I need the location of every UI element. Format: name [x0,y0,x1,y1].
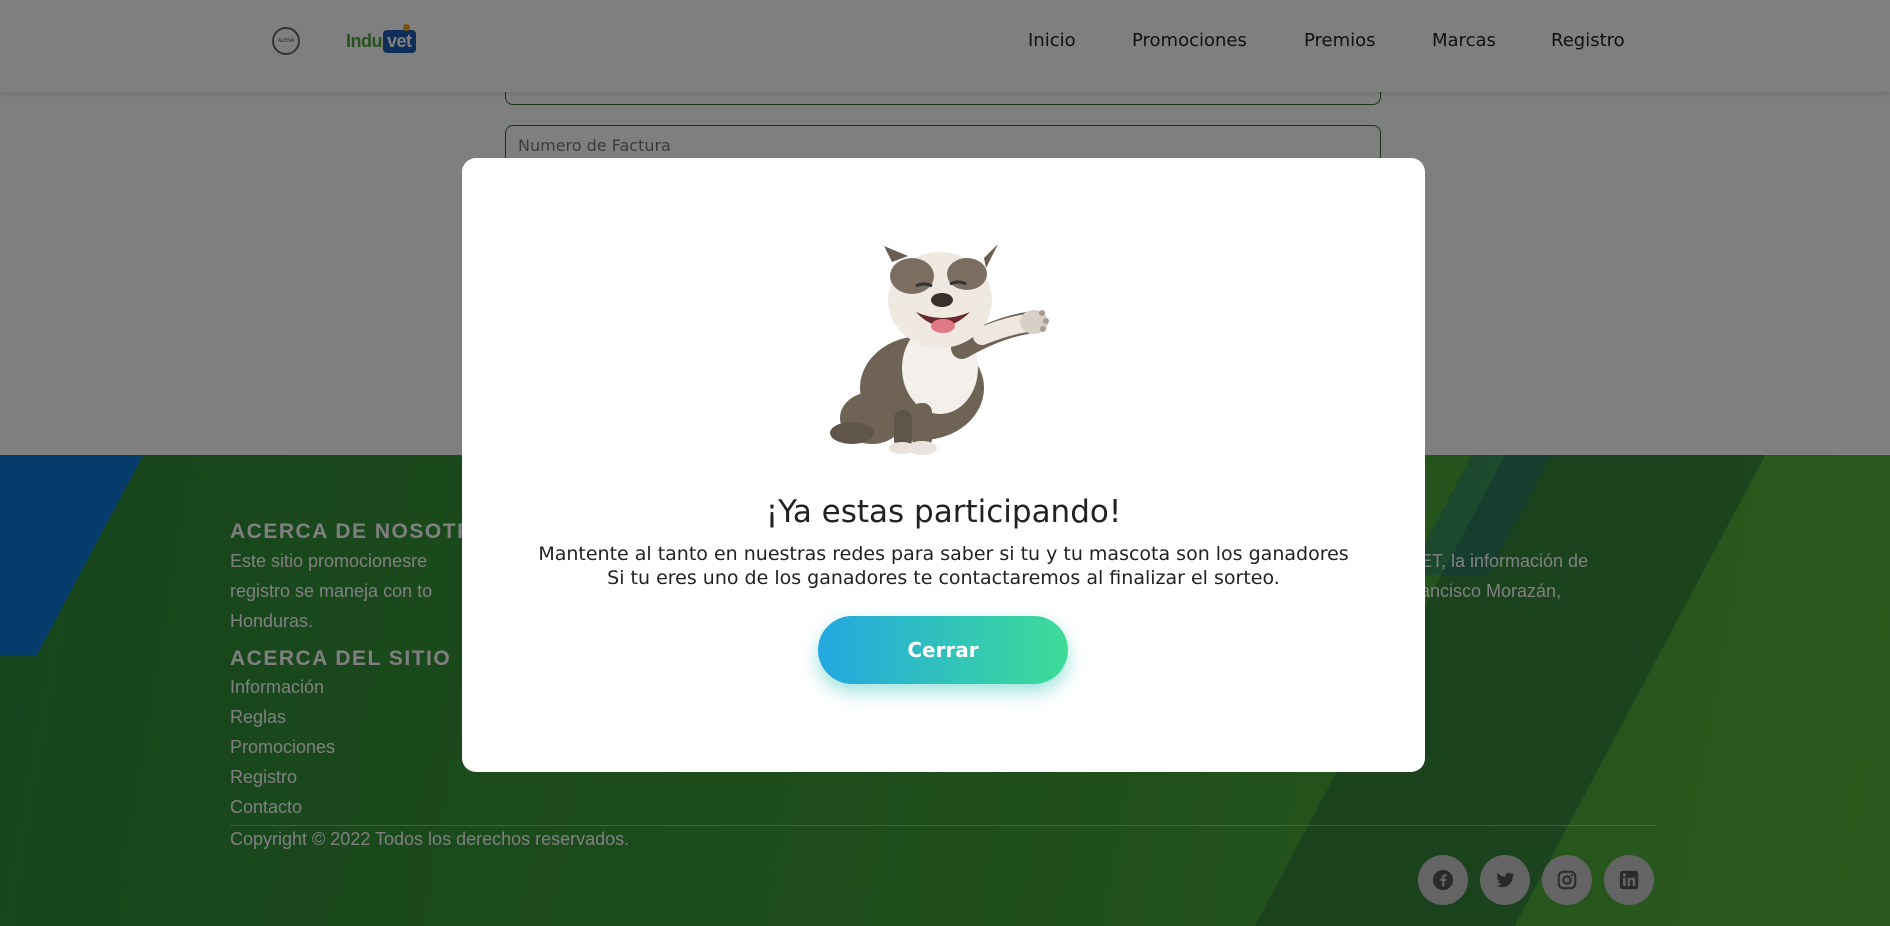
modal-title: ¡Ya estas participando! [765,494,1122,530]
page: ALENA Induvet Inicio Promociones Premios… [0,0,1890,926]
bulldog-illustration [830,244,1049,455]
success-modal: ¡Ya estas participando! Mantente al tant… [462,158,1425,772]
modal-message-line2: Si tu eres uno de los ganadores te conta… [607,567,1280,589]
close-button[interactable]: Cerrar [818,616,1068,684]
modal-message-line1: Mantente al tanto en nuestras redes para… [538,543,1349,565]
